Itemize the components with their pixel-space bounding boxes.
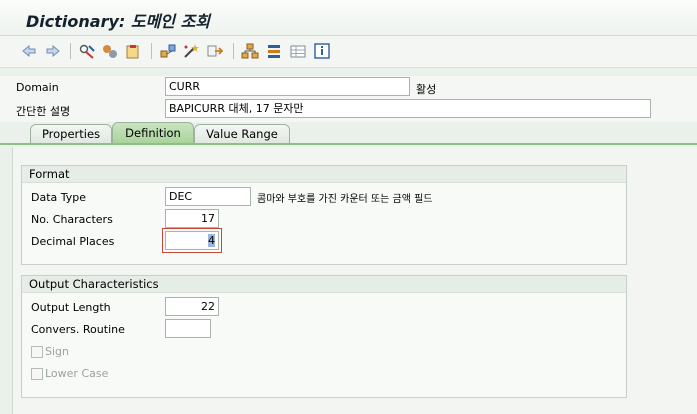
tab-underline <box>0 143 697 145</box>
output-characteristics-group: Output Characteristics <box>21 275 627 398</box>
domain-header: Domain CURR 활성 간단한 설명 BAPICURR 대체, 17 문자… <box>0 76 697 122</box>
window-title: Dictionary: 도메인 조회 <box>26 12 211 31</box>
sign-label: Sign <box>45 345 69 358</box>
no-characters-label: No. Characters <box>31 213 113 226</box>
lower-case-label: Lower Case <box>45 367 109 380</box>
domain-label: Domain <box>16 81 59 94</box>
tab-strip: Properties Definition Value Range <box>0 122 697 144</box>
where-used-icon[interactable] <box>159 42 177 60</box>
navigate-icon[interactable] <box>206 42 224 60</box>
short-description-field[interactable]: BAPICURR 대체, 17 문자만 <box>165 99 651 118</box>
format-group-title: Format <box>22 166 626 183</box>
info-icon[interactable] <box>313 42 331 60</box>
sign-checkbox[interactable] <box>31 346 43 358</box>
no-characters-field[interactable]: 17 <box>165 209 219 228</box>
toolbar-separator <box>70 43 71 59</box>
status-text: 활성 <box>416 83 437 96</box>
output-length-label: Output Length <box>31 301 111 314</box>
lower-case-checkbox[interactable] <box>31 368 43 380</box>
display-change-icon[interactable] <box>78 42 96 60</box>
wand-icon[interactable] <box>182 42 200 60</box>
tab-definition[interactable]: Definition <box>112 122 194 144</box>
hierarchy-icon[interactable] <box>241 42 259 60</box>
table-icon[interactable] <box>289 42 307 60</box>
toolbar-separator <box>233 43 234 59</box>
stack-icon[interactable] <box>265 42 283 60</box>
data-type-description: 콤마와 부호를 가진 카운터 또는 금액 필드 <box>257 194 433 205</box>
tab-value-range[interactable]: Value Range <box>194 124 290 144</box>
decimal-places-label: Decimal Places <box>31 235 115 248</box>
check-icon[interactable] <box>124 42 142 60</box>
short-description-label: 간단한 설명 <box>16 105 71 118</box>
data-type-label: Data Type <box>31 191 87 204</box>
tab-properties[interactable]: Properties <box>30 124 112 144</box>
toolbar-separator <box>151 43 152 59</box>
conversion-routine-label: Convers. Routine <box>31 323 125 336</box>
focus-frame <box>162 228 222 253</box>
output-length-field[interactable]: 22 <box>165 297 219 316</box>
output-group-title: Output Characteristics <box>22 276 626 293</box>
domain-field[interactable]: CURR <box>165 77 410 96</box>
back-icon[interactable] <box>20 42 38 60</box>
application-toolbar <box>0 36 697 68</box>
title-bar: Dictionary: 도메인 조회 <box>0 0 697 36</box>
conversion-routine-field[interactable] <box>165 319 211 338</box>
activate-icon[interactable] <box>101 42 119 60</box>
forward-icon[interactable] <box>44 42 62 60</box>
data-type-field[interactable]: DEC <box>165 187 251 206</box>
